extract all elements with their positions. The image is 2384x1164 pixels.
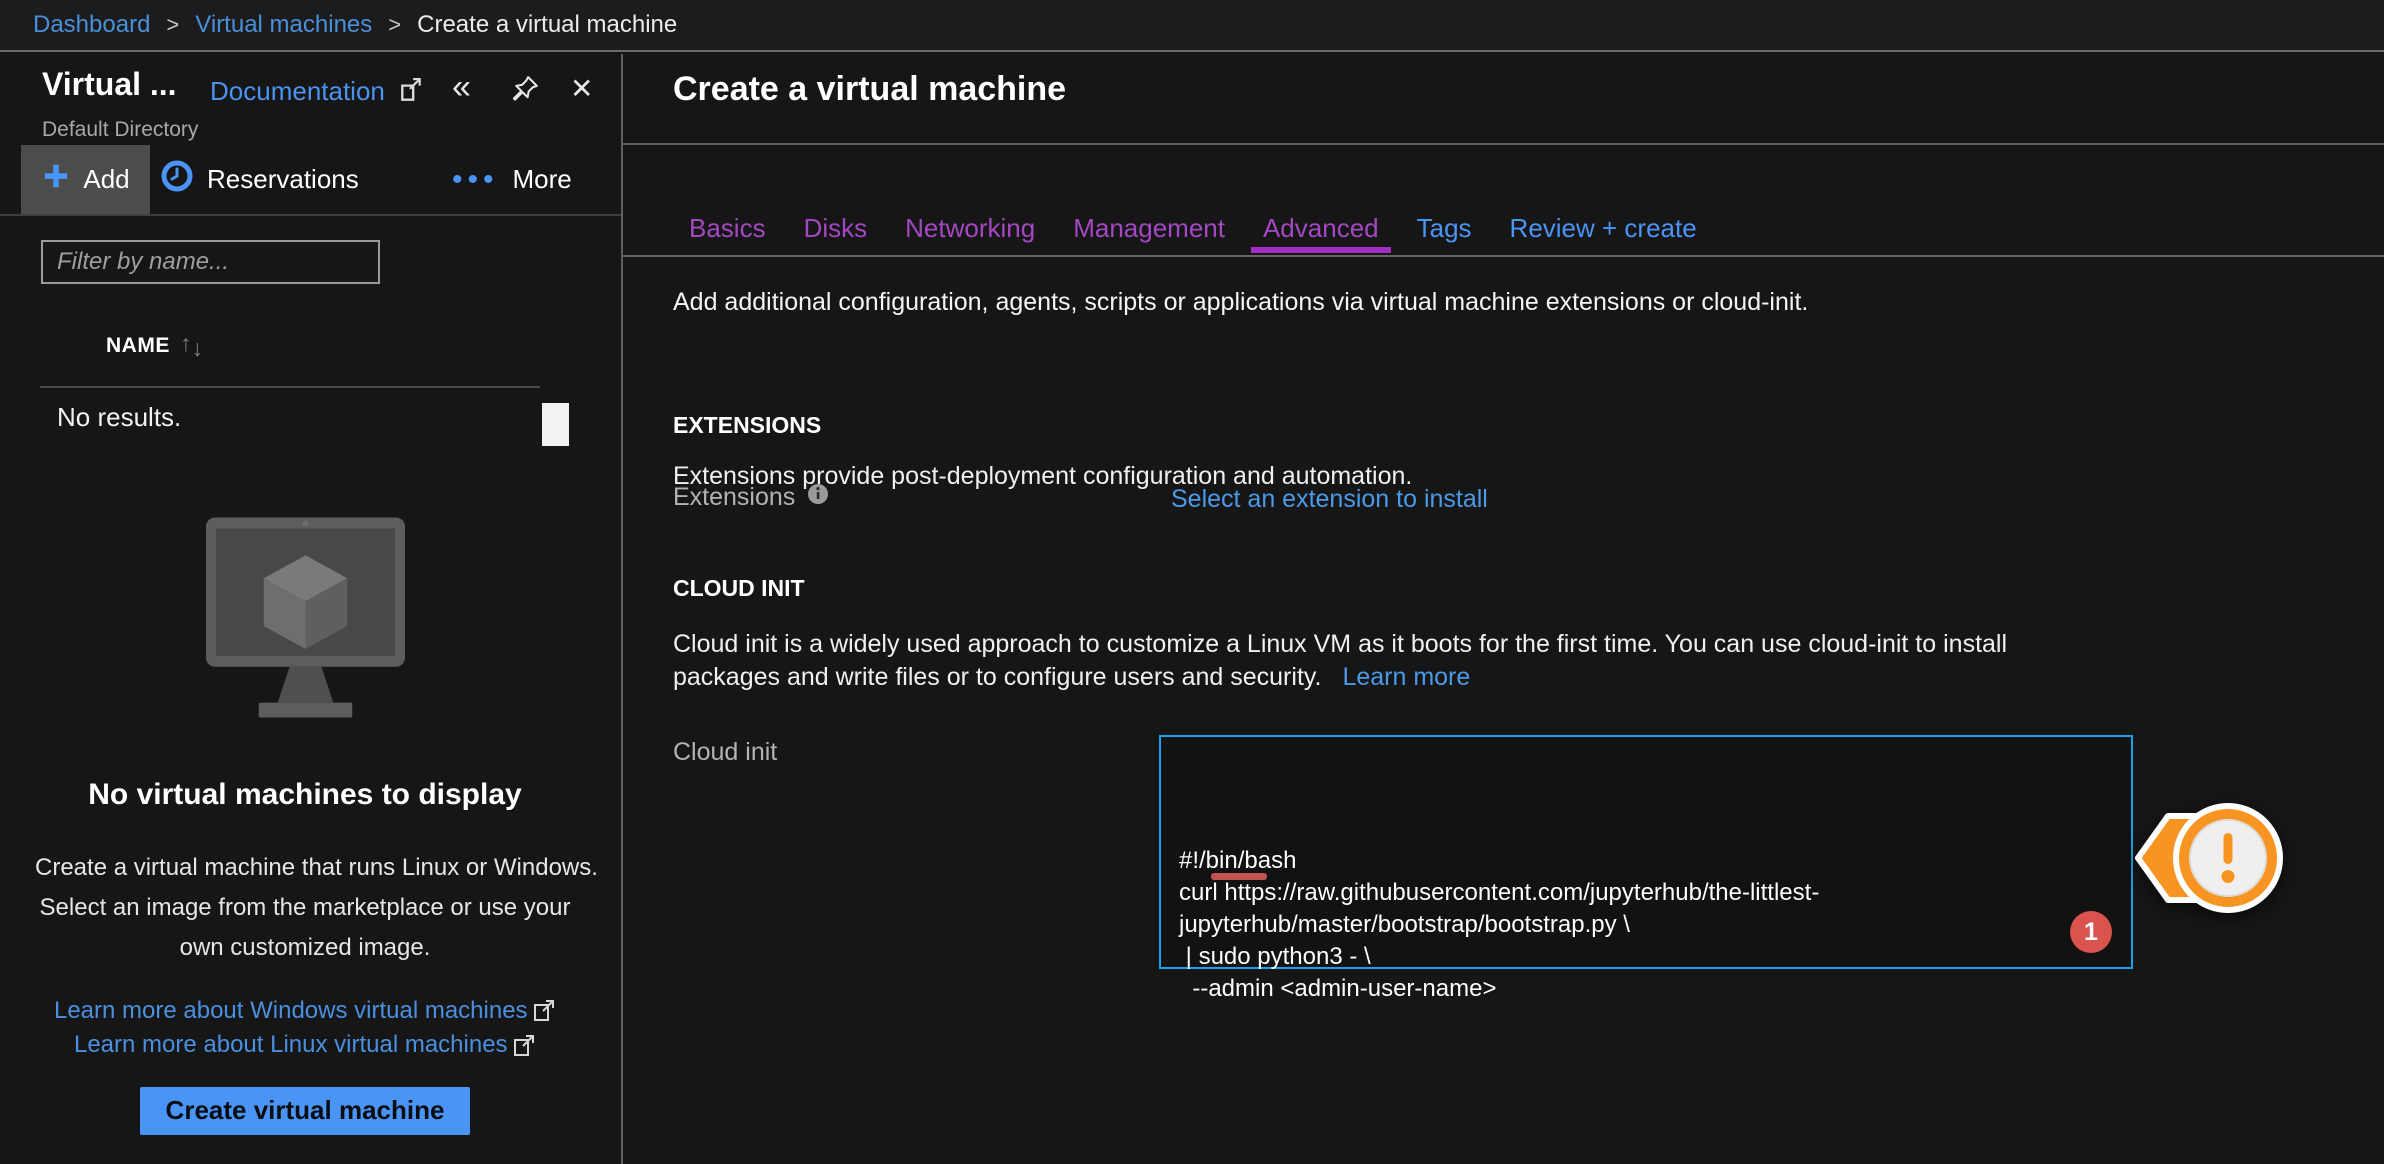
virtual-machines-blade: Virtual ... Documentation « ✕ Default Di… — [0, 54, 621, 1164]
collapse-blade-icon[interactable]: « — [452, 68, 471, 107]
extensions-field-label: Extensions — [673, 483, 829, 512]
cloud-init-description: Cloud init is a widely used approach to … — [673, 628, 2007, 694]
no-results-text: No results. — [57, 400, 181, 434]
list-divider — [40, 386, 540, 388]
learn-linux-vm-link[interactable]: Learn more about Linux virtual machines — [74, 1031, 508, 1058]
tab-review-create[interactable]: Review + create — [1510, 207, 1697, 253]
create-virtual-machine-button[interactable]: Create virtual machine — [140, 1087, 470, 1135]
external-link-icon — [532, 999, 556, 1028]
wizard-tabs: Basics Disks Networking Management Advanced T… — [689, 207, 1697, 253]
extensions-section-heading: EXTENSIONS — [673, 412, 821, 439]
tab-basics[interactable]: Basics — [689, 207, 766, 253]
reservations-label: Reservations — [207, 164, 359, 195]
ellipsis-icon: ••• — [452, 170, 499, 190]
code-line: #!/bin/bash — [1179, 845, 2113, 877]
clock-icon — [160, 159, 194, 200]
empty-state-text-line: Create a virtual machine that runs Linux… — [35, 848, 575, 888]
breadcrumb-current: Create a virtual machine — [417, 11, 677, 39]
more-button[interactable]: ••• More — [452, 145, 572, 214]
info-icon[interactable] — [807, 483, 829, 512]
tab-disks[interactable]: Disks — [804, 207, 868, 253]
spellcheck-underline — [1211, 873, 1267, 880]
empty-state: No virtual machines to display Create a … — [35, 774, 575, 1135]
breadcrumb-virtual-machines[interactable]: Virtual machines — [195, 11, 372, 39]
external-link-icon — [512, 1034, 536, 1063]
header-divider — [623, 143, 2384, 145]
page-title: Create a virtual machine — [673, 70, 1066, 109]
blade-title: Virtual ... — [42, 66, 177, 103]
learn-more-link[interactable]: Learn more — [1342, 663, 1470, 691]
tab-advanced[interactable]: Advanced — [1263, 207, 1379, 253]
learn-windows-vm-link[interactable]: Learn more about Windows virtual machine… — [54, 997, 528, 1024]
scrollbar-thumb[interactable] — [542, 403, 569, 446]
empty-state-heading: No virtual machines to display — [35, 774, 575, 816]
close-blade-icon[interactable]: ✕ — [570, 72, 593, 105]
code-line: curl https://raw.githubusercontent.com/j… — [1179, 877, 2113, 909]
tutorial-exclamation-callout-icon — [2122, 789, 2307, 934]
cloud-init-section-heading: CLOUD INIT — [673, 575, 805, 602]
tab-networking[interactable]: Networking — [905, 207, 1035, 253]
external-link-icon — [398, 78, 424, 109]
plus-icon — [41, 161, 71, 198]
documentation-link[interactable]: Documentation — [210, 76, 385, 107]
breadcrumb: Dashboard > Virtual machines > Create a … — [0, 0, 2384, 52]
select-extension-link[interactable]: Select an extension to install — [1171, 485, 1488, 514]
code-line: --admin <admin-user-name> — [1179, 973, 2113, 1005]
tab-management[interactable]: Management — [1073, 207, 1225, 253]
cloud-init-field-label: Cloud init — [673, 738, 777, 767]
advanced-intro-text: Add additional configuration, agents, sc… — [673, 288, 1808, 317]
sort-icon[interactable]: ↑↓ — [180, 330, 203, 357]
directory-subtitle: Default Directory — [42, 118, 198, 142]
toolbar-divider — [0, 214, 621, 216]
breadcrumb-dashboard[interactable]: Dashboard — [33, 11, 150, 39]
add-label: Add — [83, 164, 129, 195]
breadcrumb-separator: > — [388, 12, 401, 38]
code-line: | sudo python3 - \ — [1179, 941, 2113, 973]
filter-input[interactable] — [41, 240, 380, 284]
pin-icon[interactable] — [510, 74, 540, 109]
annotation-badge: 1 — [2070, 911, 2112, 953]
breadcrumb-separator: > — [166, 12, 179, 38]
name-column-header[interactable]: NAME — [106, 334, 170, 358]
create-vm-pane: Create a virtual machine Basics Disks Netw… — [623, 54, 2384, 1164]
vm-monitor-illustration — [206, 517, 405, 742]
more-label: More — [513, 164, 572, 195]
code-line: jupyterhub/master/bootstrap/bootstrap.py… — [1179, 909, 2113, 941]
add-button[interactable]: Add — [21, 145, 150, 214]
cloud-init-textarea[interactable]: #!/bin/bashcurl https://raw.githubuserco… — [1159, 735, 2133, 969]
reservations-button[interactable]: Reservations — [160, 145, 359, 214]
empty-state-text-line: own customized image. — [35, 928, 575, 968]
tab-tags[interactable]: Tags — [1417, 207, 1472, 253]
tabs-divider — [623, 255, 2384, 257]
empty-state-text-line: Select an image from the marketplace or … — [35, 888, 575, 928]
